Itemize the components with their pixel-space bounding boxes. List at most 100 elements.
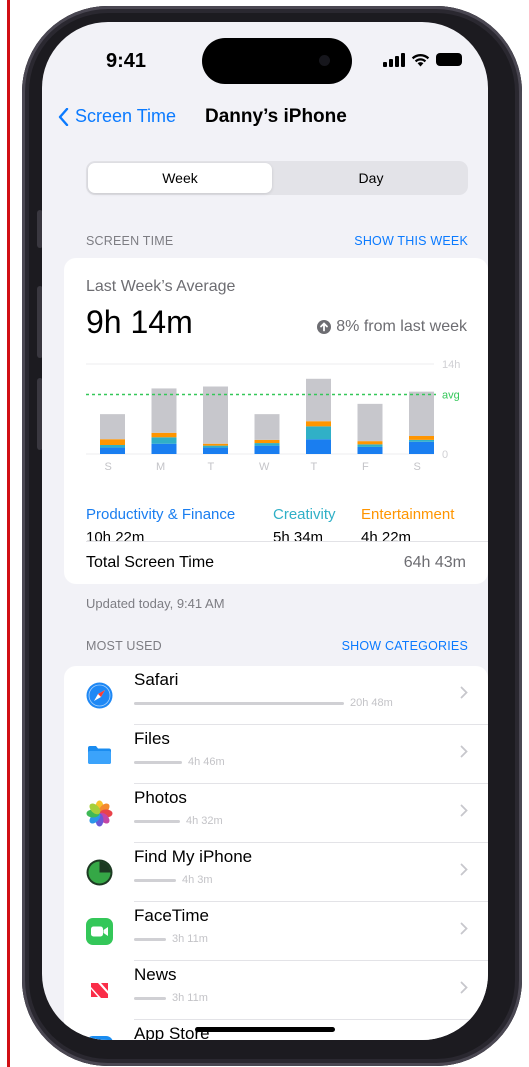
camera-icon: [319, 55, 330, 66]
bar-segment: [151, 443, 177, 454]
usage-indicator: 4h 32m: [134, 815, 223, 827]
facetime-icon: [86, 918, 113, 945]
bar-segment: [306, 378, 331, 422]
most-used-header: MOST USED: [86, 639, 162, 653]
bar-segment: [254, 414, 280, 440]
average-label: Last Week’s Average: [86, 278, 236, 295]
app-store-icon: [86, 1036, 113, 1040]
usage-time: 3h 11m: [172, 992, 208, 1004]
screen-time-header: SCREEN TIME: [86, 234, 174, 248]
show-this-week-link[interactable]: SHOW THIS WEEK: [354, 234, 468, 248]
status-icons: [383, 52, 462, 67]
usage-bar: [134, 819, 180, 823]
signal-icon: [383, 52, 405, 67]
usage-bar: [134, 878, 176, 882]
bar-segment: [357, 403, 383, 442]
app-name: FaceTime: [134, 906, 209, 925]
usage-indicator: 20h 48m: [134, 697, 393, 709]
app-name: Files: [134, 729, 170, 748]
x-tick-label: T: [208, 461, 215, 472]
x-tick-label: W: [259, 461, 270, 472]
usage-time: 4h 46m: [188, 756, 225, 768]
bar-segment: [357, 446, 383, 454]
bar-segment: [254, 443, 280, 446]
segment-week[interactable]: Week: [88, 163, 272, 193]
bar-segment: [203, 443, 228, 446]
home-indicator[interactable]: [195, 1027, 335, 1032]
app-name: Find My iPhone: [134, 847, 253, 866]
bar-segment: [409, 436, 434, 440]
back-label: Screen Time: [75, 106, 177, 126]
most-used-list: Safari 20h 48m Files 4h 46m Photos 4h 32m Find…: [64, 666, 488, 1040]
app-row-find-my-iphone[interactable]: Find My iPhone 4h 3m: [64, 843, 488, 902]
divider: [86, 541, 488, 542]
page-title: Danny’s iPhone: [205, 106, 347, 127]
bar-segment: [203, 447, 228, 454]
segment-day[interactable]: Day: [276, 163, 466, 193]
app-row-photos[interactable]: Photos 4h 32m: [64, 784, 488, 843]
average-value: 9h 14m: [86, 304, 193, 340]
legend-category-value: 5h 34m: [273, 529, 324, 546]
red-margin-line: [7, 0, 10, 1067]
news-icon: [86, 977, 113, 1004]
usage-bar: [134, 701, 344, 705]
average-label: avg: [442, 390, 460, 402]
weekly-change: 8% from last week: [317, 318, 467, 336]
app-name: Photos: [134, 788, 187, 807]
bar-segment: [357, 444, 383, 447]
chevron-right-icon: [460, 922, 468, 939]
legend-item: Productivity & Finance 10h 22m: [86, 506, 235, 546]
arrow-up-circle-icon: [317, 320, 332, 334]
x-tick-label: F: [362, 461, 369, 472]
usage-bar: [134, 937, 166, 941]
usage-indicator: 4h 3m: [134, 874, 213, 886]
app-name: News: [134, 965, 177, 984]
battery-icon: [436, 53, 462, 66]
usage-indicator: 4h 46m: [134, 756, 225, 768]
bar-segment: [409, 439, 434, 442]
nav-bar: Screen Time Danny’s iPhone: [42, 106, 488, 134]
bar-segment: [151, 437, 177, 444]
usage-bar: [134, 996, 166, 1000]
total-screen-time-label: Total Screen Time: [86, 554, 215, 571]
wifi-icon: [411, 53, 430, 66]
back-button[interactable]: Screen Time: [58, 106, 176, 127]
x-tick-label: M: [156, 461, 165, 472]
app-row-files[interactable]: Files 4h 46m: [64, 725, 488, 784]
usage-time: 4h 32m: [186, 815, 223, 827]
x-tick-label: S: [105, 461, 112, 472]
app-row-news[interactable]: News 3h 11m: [64, 961, 488, 1020]
dynamic-island: [202, 38, 352, 84]
files-icon: [86, 741, 113, 768]
photos-icon: [86, 800, 113, 827]
usage-time: 3h 11m: [172, 933, 208, 945]
bar-segment: [409, 441, 434, 454]
usage-bar: [134, 760, 182, 764]
bar-segment: [100, 439, 125, 445]
bar-segment: [203, 445, 228, 448]
chevron-right-icon: [460, 804, 468, 821]
bar-segment: [254, 439, 280, 444]
chevron-right-icon: [460, 686, 468, 703]
show-categories-link[interactable]: SHOW CATEGORIES: [342, 639, 468, 653]
app-row-safari[interactable]: Safari 20h 48m: [64, 666, 488, 725]
y-max-label: 14h: [442, 359, 460, 371]
status-time: 9:41: [106, 50, 147, 72]
legend-category-name: Productivity & Finance: [86, 506, 236, 523]
bar-segment: [306, 439, 331, 454]
bar-segment: [357, 441, 383, 445]
usage-time: 4h 3m: [182, 874, 213, 886]
chevron-left-icon: [58, 107, 69, 126]
chevron-right-icon: [460, 863, 468, 880]
bar-segment: [409, 391, 434, 436]
bar-segment: [100, 447, 125, 454]
chevron-right-icon: [460, 745, 468, 762]
bar-segment: [100, 414, 125, 440]
usage-indicator: 3h 11m: [134, 992, 208, 1004]
usage-time: 20h 48m: [350, 697, 393, 709]
usage-bar-chart: S M T W T F Savg 14h 0: [86, 359, 460, 472]
app-row-facetime[interactable]: FaceTime 3h 11m: [64, 902, 488, 961]
week-day-segmented-control: Week Day: [86, 161, 468, 195]
change-text: 8% from last week: [336, 318, 467, 335]
find-my-icon: [86, 859, 113, 886]
